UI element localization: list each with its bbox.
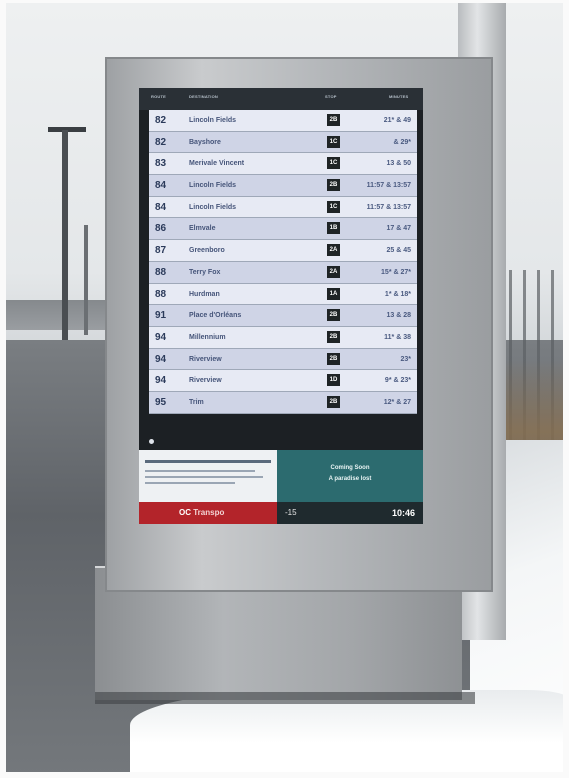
arrival-minutes: 13 & 28 [386, 312, 411, 320]
arrival-minutes: 11:57 & 13:57 [366, 203, 411, 211]
status-dot [149, 439, 154, 444]
destination-name: Riverview [189, 355, 222, 363]
departure-row: 94 Riverview 1D 9* & 23* [149, 370, 417, 392]
bus-stop-scene: ROUTE DESTINATION STOP MINUTES 82 Lincoln… [0, 0, 569, 778]
departure-table-header: ROUTE DESTINATION STOP MINUTES [139, 88, 423, 110]
arrival-minutes: & 29* [393, 138, 411, 146]
oc-logo-mark: OC [179, 508, 191, 517]
arrival-minutes: 21* & 49 [383, 117, 411, 124]
departure-row: 86 Elmvale 1B 17 & 47 [149, 218, 417, 241]
platform-badge: 2A [327, 265, 340, 278]
platform-badge: 2B [327, 395, 340, 408]
platform-badge: 2B [327, 330, 340, 343]
brand-name: Transpo [193, 508, 225, 517]
promo-text-line [145, 460, 271, 463]
destination-name: Lincoln Fields [189, 203, 237, 211]
destination-name: Elmvale [189, 225, 216, 233]
platform-badge: 2B [327, 114, 340, 126]
arrival-minutes: 25 & 45 [386, 247, 411, 255]
departure-row: 87 Greenboro 2A 25 & 45 [149, 240, 417, 262]
route-number: 86 [155, 223, 167, 235]
departure-row: 82 Lincoln Fields 2B 21* & 49 [149, 110, 417, 132]
arrival-minutes: 17 & 47 [386, 225, 411, 233]
destination-name: Bayshore [189, 138, 221, 146]
departure-list: 82 Lincoln Fields 2B 21* & 49 82 Bayshore 1C & … [149, 110, 417, 414]
arrival-minutes: 1* & 18* [384, 290, 411, 298]
promo-headline: Coming Soon [330, 465, 370, 471]
route-number: 94 [155, 331, 167, 343]
departure-row: 88 Hurdman 1A 1* & 18* [149, 283, 417, 306]
kiosk-shadow [95, 692, 475, 704]
route-number: 88 [155, 288, 167, 300]
oc-transpo-logo: OC Transpo [179, 508, 224, 517]
route-number: 84 [155, 180, 167, 192]
distant-lamp-pole [84, 225, 88, 335]
destination-name: Hurdman [189, 290, 220, 298]
arrival-minutes: 12* & 27 [383, 398, 411, 406]
platform-badge: 2A [327, 244, 340, 257]
arrival-minutes: 15* & 27* [381, 268, 411, 276]
destination-name: Trim [189, 398, 204, 406]
weather-time-bar: -15 10:46 [277, 502, 423, 524]
platform-badge: 1A [327, 287, 340, 300]
platform-badge: 2B [327, 309, 340, 322]
arrival-minutes: 23* [400, 355, 411, 363]
route-number: 82 [155, 115, 167, 126]
route-column-header: ROUTE [151, 94, 166, 99]
destination-name: Lincoln Fields [189, 182, 237, 190]
departure-screen: ROUTE DESTINATION STOP MINUTES 82 Lincoln… [139, 88, 423, 524]
promo-panel-right: Coming Soon A paradise lost [277, 450, 423, 502]
destination-name: Lincoln Fields [189, 117, 237, 124]
departure-row: 84 Lincoln Fields 2B 11:57 & 13:57 [149, 175, 417, 197]
minutes-column-header: MINUTES [389, 94, 409, 99]
arrival-minutes: 9* & 23* [384, 377, 411, 385]
route-number: 91 [155, 310, 167, 322]
promo-text-line [145, 482, 235, 484]
departure-row: 91 Place d'Orléans 2B 13 & 28 [149, 305, 417, 327]
platform-badge: 2B [327, 352, 340, 365]
route-number: 83 [155, 158, 167, 170]
route-number: 84 [155, 201, 167, 213]
promo-text-line [145, 470, 255, 472]
platform-badge: 2B [327, 179, 340, 192]
destination-name: Riverview [189, 377, 222, 385]
stop-column-header: STOP [325, 94, 337, 99]
platform-badge: 1B [327, 222, 340, 235]
route-number: 94 [155, 375, 167, 387]
temperature-readout: -15 [285, 508, 297, 517]
street-lamp-pole [62, 130, 68, 340]
platform-badge: 1C [327, 135, 340, 148]
guard-rail [0, 300, 110, 330]
route-number: 88 [155, 266, 167, 278]
arrival-minutes: 11* & 38 [384, 333, 411, 341]
departure-row: 94 Millennium 2B 11* & 38 [149, 326, 417, 349]
route-number: 82 [155, 136, 167, 148]
departure-row: 95 Trim 2B 12* & 27 [149, 391, 417, 414]
destination-name: Place d'Orléans [189, 312, 242, 320]
platform-badge: 1C [327, 157, 340, 170]
brand-bar: OC Transpo [139, 502, 277, 524]
destination-name: Millennium [189, 333, 226, 341]
route-number: 95 [155, 396, 167, 408]
arrival-minutes: 11:57 & 13:57 [366, 182, 411, 190]
arrival-minutes: 13 & 50 [386, 160, 411, 168]
departure-row: 88 Terry Fox 2A 15* & 27* [149, 261, 417, 284]
destination-name: Merivale Vincent [189, 160, 245, 168]
destination-name: Greenboro [189, 247, 225, 255]
departure-row: 83 Merivale Vincent 1C 13 & 50 [149, 153, 417, 176]
destination-name: Terry Fox [189, 268, 221, 276]
promo-text-line [145, 476, 263, 478]
promo-panel-left [139, 450, 277, 502]
departure-row: 94 Riverview 2B 23* [149, 348, 417, 371]
platform-badge: 1D [327, 374, 340, 387]
departure-row: 82 Bayshore 1C & 29* [149, 131, 417, 154]
route-number: 94 [155, 353, 167, 365]
departure-row: 84 Lincoln Fields 1C 11:57 & 13:57 [149, 196, 417, 219]
destination-column-header: DESTINATION [189, 94, 219, 99]
clock-readout: 10:46 [391, 508, 415, 518]
promo-subheadline: A paradise lost [328, 476, 372, 482]
route-number: 87 [155, 245, 167, 257]
platform-badge: 1C [327, 200, 340, 213]
